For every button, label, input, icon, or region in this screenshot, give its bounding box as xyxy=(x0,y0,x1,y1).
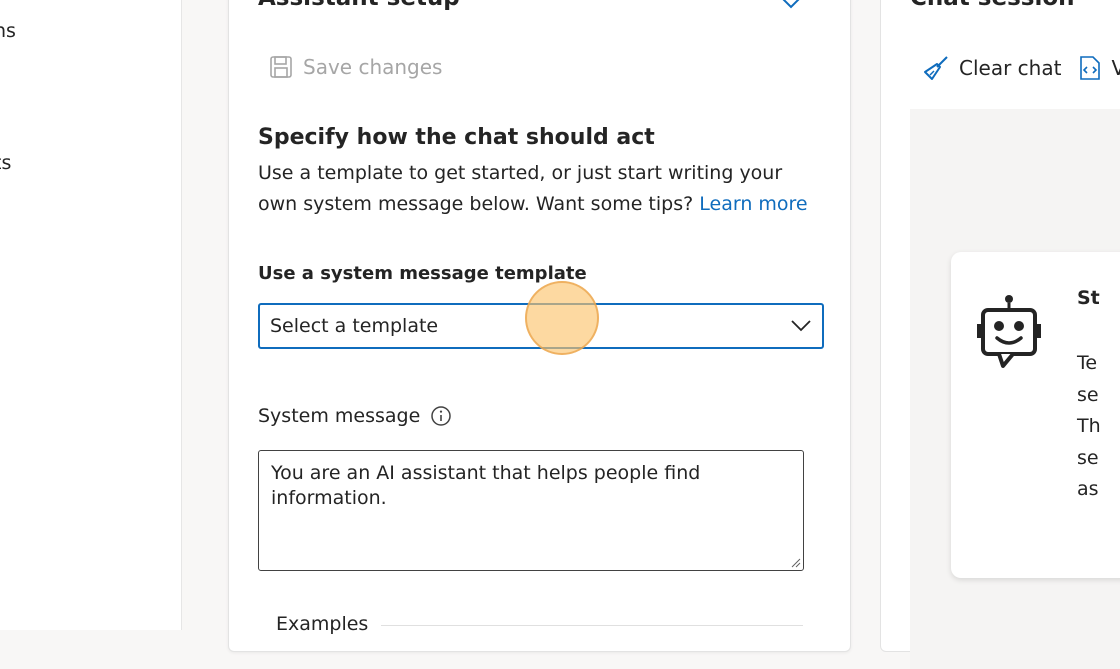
view-code-label: V xyxy=(1111,56,1120,80)
clear-chat-button[interactable]: Clear chat xyxy=(923,55,1061,81)
panel-title: Assistant setup xyxy=(258,0,460,11)
card-text: Te se Th se as xyxy=(1077,348,1101,506)
close-button[interactable] xyxy=(778,0,804,17)
system-message-value: You are an AI assistant that helps peopl… xyxy=(271,462,701,509)
nav-item-ts[interactable]: ts xyxy=(0,152,11,174)
save-icon xyxy=(270,56,292,78)
card-title: St xyxy=(1077,287,1100,309)
system-message-label: System message xyxy=(258,405,452,427)
clear-chat-label: Clear chat xyxy=(959,56,1062,80)
broom-icon xyxy=(924,56,948,80)
template-select[interactable]: Select a template xyxy=(258,303,824,349)
learn-more-link[interactable]: Learn more xyxy=(699,193,807,215)
chat-session-panel: Chat session Clear chat V xyxy=(880,0,1120,669)
card-line: as xyxy=(1077,478,1099,500)
info-icon[interactable] xyxy=(430,405,452,427)
start-card: St Te se Th se as xyxy=(951,252,1120,578)
close-icon xyxy=(782,0,800,9)
chevron-down-icon xyxy=(791,320,811,332)
assistant-setup-panel: Assistant setup Save changes Specify how… xyxy=(228,0,851,652)
card-line: se xyxy=(1077,446,1099,469)
system-message-textarea[interactable]: You are an AI assistant that helps peopl… xyxy=(258,450,804,571)
chat-title: Chat session xyxy=(910,0,1075,11)
examples-divider xyxy=(381,625,803,626)
examples-label: Examples xyxy=(276,613,369,635)
nav-item-ns[interactable]: ns xyxy=(0,20,16,42)
bot-icon xyxy=(977,295,1041,368)
chat-toolbar: Clear chat V xyxy=(923,55,1120,81)
code-icon xyxy=(1080,56,1101,80)
save-changes-button[interactable]: Save changes xyxy=(269,55,442,79)
card-line: Th xyxy=(1077,415,1101,437)
left-nav: ns ts xyxy=(0,0,182,630)
section-heading: Specify how the chat should act xyxy=(258,125,655,150)
save-label: Save changes xyxy=(303,55,443,79)
template-label: Use a system message template xyxy=(258,263,587,284)
card-line: se xyxy=(1077,383,1099,406)
card-line: Te xyxy=(1077,352,1098,374)
section-description: Use a template to get started, or just s… xyxy=(258,158,818,220)
resize-grip-icon[interactable] xyxy=(791,558,801,568)
template-select-value: Select a template xyxy=(270,315,439,337)
system-message-label-text: System message xyxy=(258,405,421,427)
view-code-button[interactable]: V xyxy=(1079,55,1120,81)
